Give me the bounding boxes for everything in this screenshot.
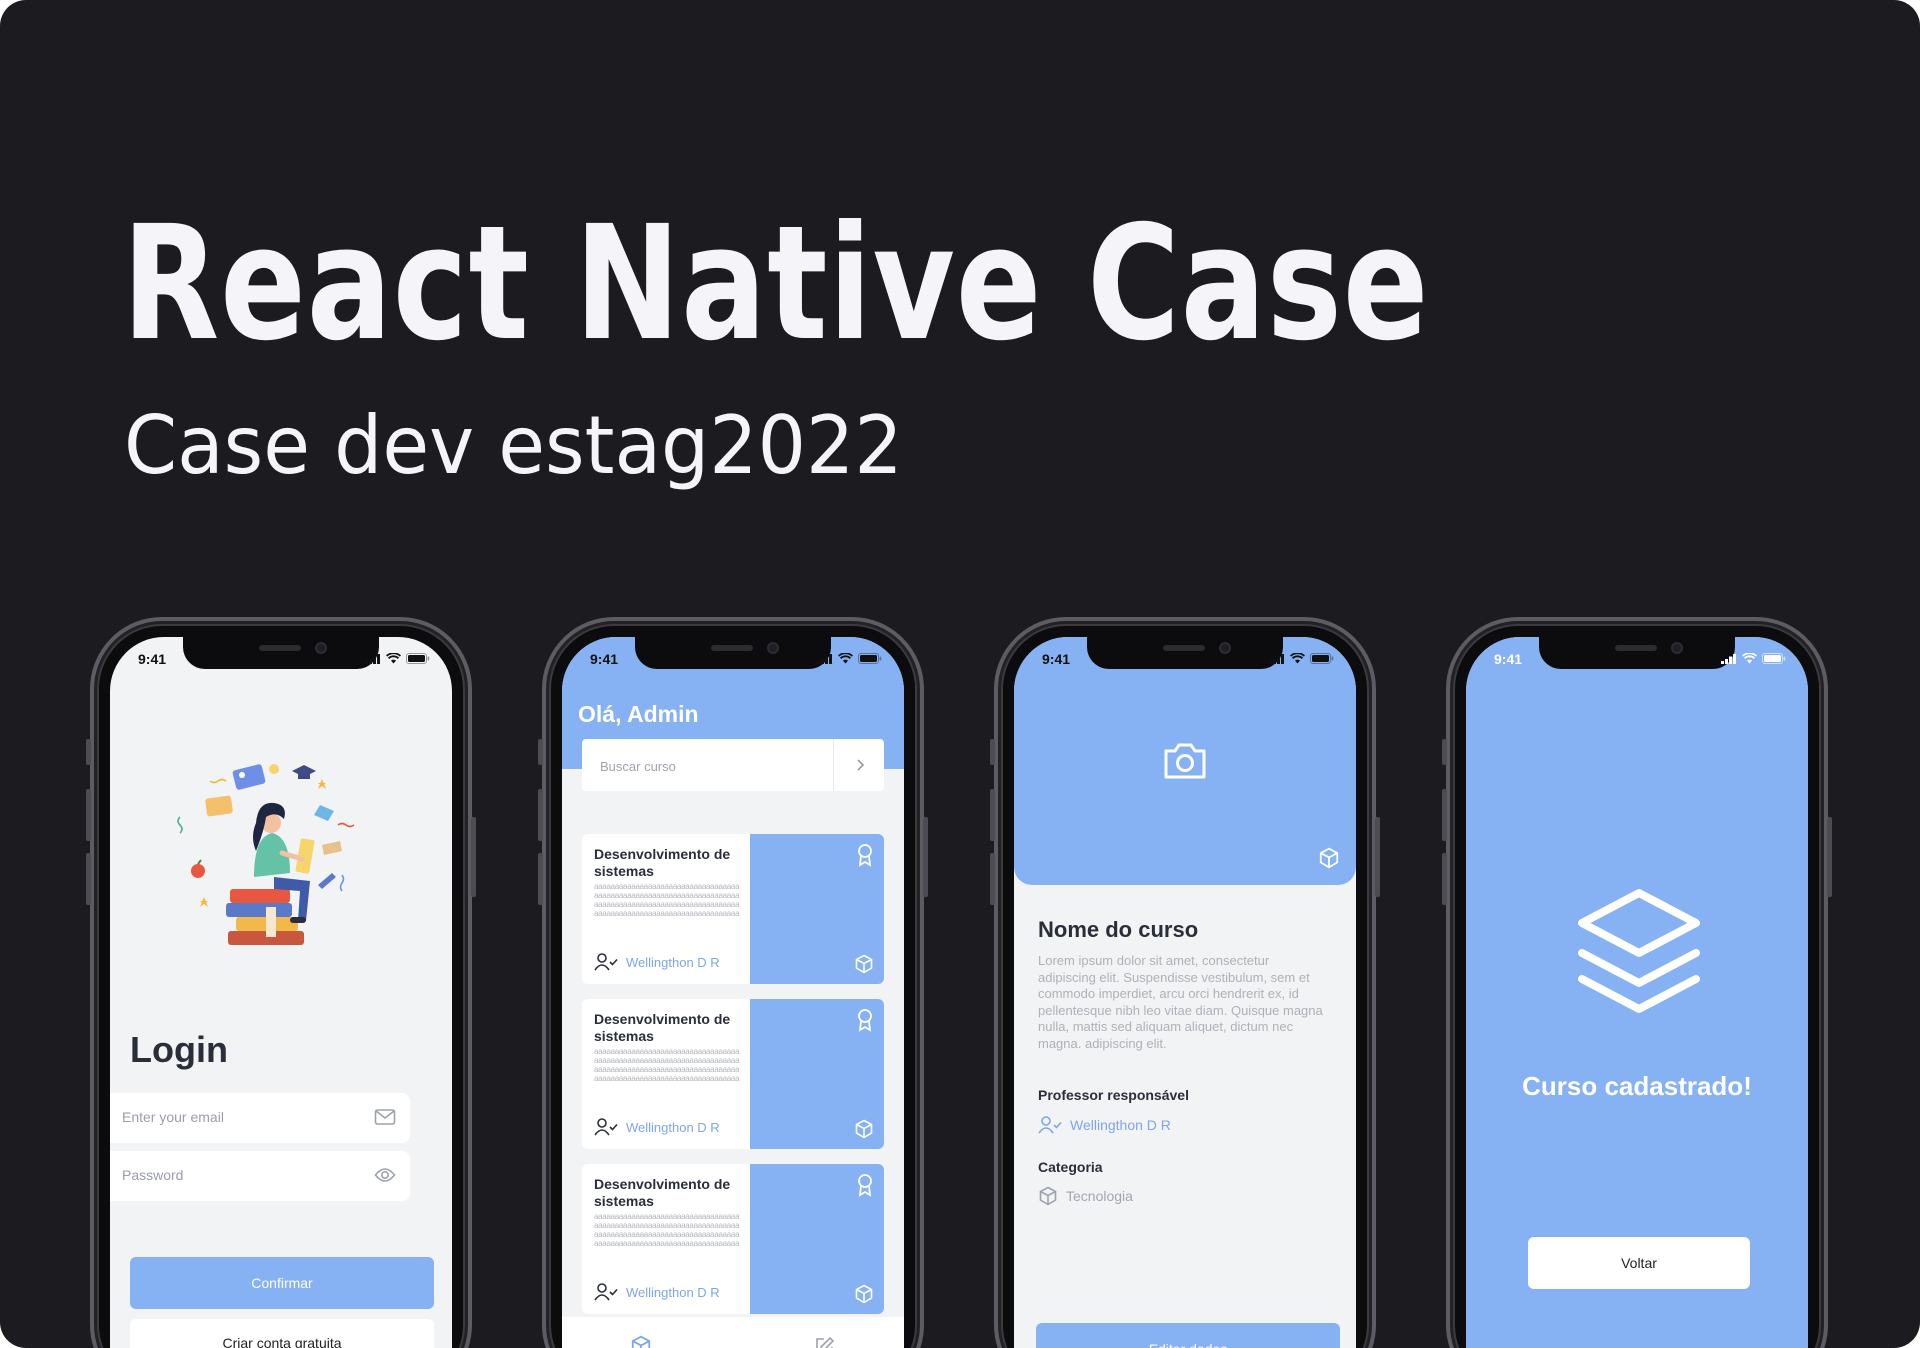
edit-icon[interactable] <box>814 1335 836 1348</box>
status-icons <box>365 653 430 664</box>
status-time: 9:41 <box>1494 651 1523 667</box>
course-image-placeholder[interactable] <box>1014 637 1356 885</box>
cube-icon[interactable] <box>630 1335 652 1348</box>
illustration-woman-reading <box>177 764 355 945</box>
category-label: Categoria <box>1038 1159 1103 1175</box>
status-time: 9:41 <box>1042 651 1071 667</box>
battery-icon <box>1310 653 1334 664</box>
category-row: Tecnologia <box>1038 1186 1133 1206</box>
phone-success: 9:41 Curso cadastrado! Voltar <box>1442 617 1832 1348</box>
hero-title: React Native Case <box>122 192 1430 376</box>
battery-icon <box>858 653 882 664</box>
user-check-icon <box>594 1118 618 1136</box>
wifi-icon <box>1742 653 1757 664</box>
signal-icon <box>817 653 832 664</box>
award-icon <box>858 1174 872 1197</box>
cube-icon <box>1039 1186 1057 1206</box>
search-placeholder: Buscar curso <box>600 759 676 774</box>
showcase-canvas: React Native Case Case dev estag2022 9:4… <box>0 0 1920 1348</box>
greeting-title: Olá, Admin <box>578 701 699 727</box>
phone-course-list: 9:41 Olá, Admin Buscar curso Desenvolvim… <box>538 617 928 1348</box>
create-account-button[interactable]: Criar conta gratuita <box>130 1319 434 1348</box>
course-list-screen: 9:41 Olá, Admin Buscar curso Desenvolvim… <box>562 637 904 1348</box>
layers-icon <box>1578 889 1700 1013</box>
user-check-icon <box>594 953 618 971</box>
signal-icon <box>1269 653 1284 664</box>
password-placeholder: Password <box>122 1167 184 1183</box>
mail-icon <box>374 1109 396 1125</box>
login-screen: 9:41 Login Enter your email Password Con… <box>110 637 452 1348</box>
course-description: Lorem ipsum dolor sit amet, consectetur … <box>1038 953 1323 1051</box>
cube-icon <box>1319 847 1339 869</box>
status-time: 9:41 <box>590 651 619 667</box>
success-message: Curso cadastrado! <box>1522 1071 1752 1101</box>
cube-icon <box>855 954 873 974</box>
course-detail-screen: 9:41 Nome do curso Lorem ipsum dolor sit… <box>1014 637 1356 1348</box>
course-card-author: Wellingthon D R <box>594 952 720 972</box>
email-placeholder: Enter your email <box>122 1109 224 1125</box>
user-check-icon <box>1038 1116 1062 1134</box>
award-icon <box>858 1009 872 1032</box>
category-value: Tecnologia <box>1066 1188 1133 1204</box>
award-icon <box>858 844 872 867</box>
course-card[interactable]: Desenvolvimento de sistemas aaaaaaaaaaaa… <box>582 999 884 1149</box>
course-card-description: aaaaaaaaaaaaaaaaaaaaaaaaaaaaaaaaaaaaaaaa… <box>594 1212 740 1250</box>
camera-icon[interactable] <box>1162 741 1208 781</box>
success-screen: 9:41 Curso cadastrado! Voltar <box>1466 637 1808 1348</box>
confirm-button[interactable]: Confirmar <box>130 1257 434 1309</box>
course-card[interactable]: Desenvolvimento de sistemas aaaaaaaaaaaa… <box>582 1164 884 1314</box>
battery-icon <box>1762 653 1786 664</box>
course-card[interactable]: Desenvolvimento de sistemas aaaaaaaaaaaa… <box>582 834 884 984</box>
email-field[interactable]: Enter your email <box>110 1093 410 1143</box>
status-time: 9:41 <box>138 651 167 667</box>
signal-icon <box>1721 653 1736 664</box>
signal-icon <box>365 653 380 664</box>
teacher-row: Wellingthon D R <box>1038 1115 1171 1135</box>
battery-icon <box>406 653 430 664</box>
back-button[interactable]: Voltar <box>1528 1237 1750 1289</box>
course-card-description: aaaaaaaaaaaaaaaaaaaaaaaaaaaaaaaaaaaaaaaa… <box>594 882 740 920</box>
status-icons <box>1269 653 1334 664</box>
course-name: Nome do curso <box>1038 917 1199 942</box>
password-field[interactable]: Password <box>110 1151 410 1201</box>
hero-subtitle: Case dev estag2022 <box>124 399 903 492</box>
phone-course-detail: 9:41 Nome do curso Lorem ipsum dolor sit… <box>990 617 1380 1348</box>
login-title: Login <box>130 1029 228 1070</box>
chevron-right-icon[interactable] <box>854 758 866 772</box>
course-card-title: Desenvolvimento de sistemas <box>594 1011 731 1044</box>
eye-icon[interactable] <box>374 1165 396 1185</box>
cube-icon <box>855 1119 873 1139</box>
course-card-title: Desenvolvimento de sistemas <box>594 1176 731 1209</box>
phone-login: 9:41 Login Enter your email Password Con… <box>86 617 476 1348</box>
status-icons <box>1721 653 1786 664</box>
course-card-description: aaaaaaaaaaaaaaaaaaaaaaaaaaaaaaaaaaaaaaaa… <box>594 1047 740 1085</box>
wifi-icon <box>386 653 401 664</box>
course-card-author-name[interactable]: Wellingthon D R <box>626 1285 720 1300</box>
user-check-icon <box>594 1283 618 1301</box>
cube-icon <box>855 1284 873 1304</box>
course-card-author-name[interactable]: Wellingthon D R <box>626 1120 720 1135</box>
teacher-name[interactable]: Wellingthon D R <box>1070 1117 1171 1133</box>
wifi-icon <box>1290 653 1305 664</box>
search-bar[interactable]: Buscar curso <box>582 739 884 791</box>
edit-data-button[interactable]: Editar dados <box>1036 1323 1340 1348</box>
course-card-title: Desenvolvimento de sistemas <box>594 846 731 879</box>
teacher-label: Professor responsável <box>1038 1087 1189 1103</box>
tab-bar <box>562 1317 904 1348</box>
course-card-author: Wellingthon D R <box>594 1282 720 1302</box>
course-card-author: Wellingthon D R <box>594 1117 720 1137</box>
wifi-icon <box>838 653 853 664</box>
status-icons <box>817 653 882 664</box>
course-card-author-name[interactable]: Wellingthon D R <box>626 955 720 970</box>
